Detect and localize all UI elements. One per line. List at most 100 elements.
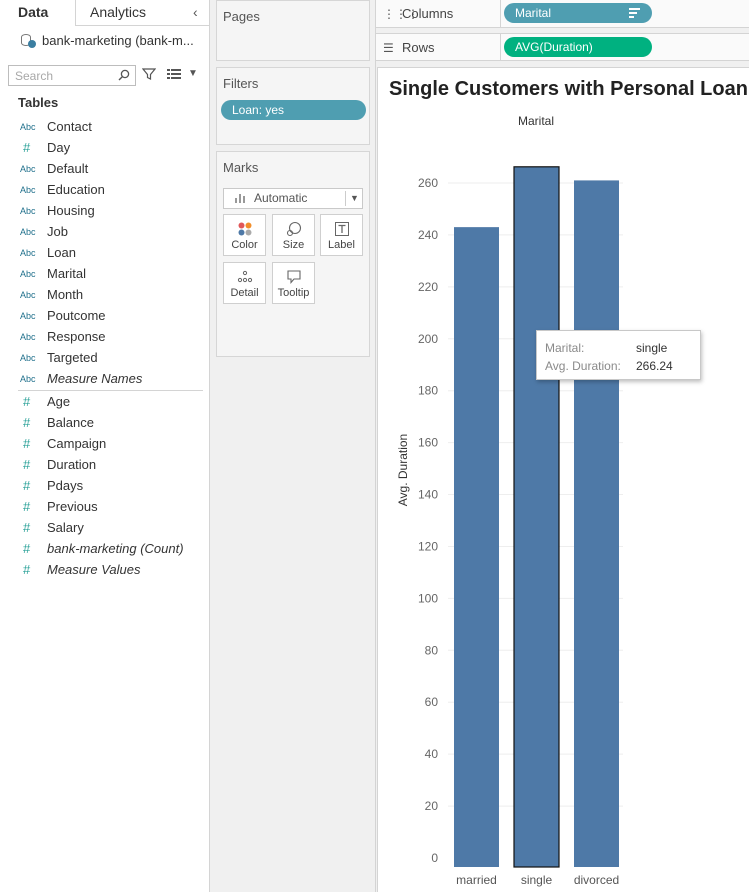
search-icon[interactable] <box>118 69 130 81</box>
field-name: Loan <box>47 245 76 260</box>
chevron-down-icon: ▼ <box>350 193 359 203</box>
detail-label: Detail <box>230 287 259 299</box>
y-tick-label: 220 <box>418 280 438 294</box>
filter-fields-icon[interactable] <box>142 67 156 81</box>
field-name: Balance <box>47 415 94 430</box>
filters-card[interactable]: Filters Loan: yes <box>216 67 370 145</box>
detail-icon <box>237 270 253 283</box>
field-name: Response <box>47 329 106 344</box>
search-input[interactable] <box>9 66 109 85</box>
size-button[interactable]: Size <box>272 214 315 256</box>
field-month[interactable]: Abc Month <box>0 284 205 305</box>
x-tick-label: divorced <box>574 873 619 887</box>
field-name: Pdays <box>47 478 84 493</box>
pages-card[interactable]: Pages <box>216 0 370 61</box>
view-options-icon[interactable] <box>167 69 183 79</box>
y-tick-label: 160 <box>418 436 438 450</box>
mark-type-dropdown[interactable]: Automatic ▼ <box>223 188 363 209</box>
field-measure-names[interactable]: Abc Measure Names <box>0 368 205 389</box>
color-button[interactable]: Color <box>223 214 266 256</box>
bar-chart: Marital 0 20 40 60 80 100 120 140 160 180 200 220 240… <box>396 114 623 887</box>
x-tick-label: single <box>521 873 553 887</box>
color-label: Color <box>231 239 258 251</box>
tab-analytics[interactable]: Analytics <box>90 0 146 26</box>
text-label-icon <box>335 222 349 236</box>
rows-label: Rows <box>402 40 435 55</box>
string-type-icon: Abc <box>20 289 36 300</box>
label-button[interactable]: Label <box>320 214 363 256</box>
sort-descending-icon[interactable] <box>629 8 640 18</box>
number-type-icon: # <box>23 541 31 556</box>
marks-card: Marks Automatic ▼ Color Size Label Detai… <box>216 151 370 357</box>
field-default[interactable]: Abc Default <box>0 158 205 179</box>
number-type-icon: # <box>23 457 31 472</box>
tooltip-key-marital: Marital: <box>545 341 585 355</box>
field-duration[interactable]: # Duration <box>0 454 205 475</box>
number-type-icon: # <box>23 499 31 514</box>
field-campaign[interactable]: # Campaign <box>0 433 205 454</box>
y-tick-label: 140 <box>418 488 438 502</box>
rows-shelf[interactable]: ☰ Rows AVG(Duration) <box>376 33 749 61</box>
field-housing[interactable]: Abc Housing <box>0 200 205 221</box>
bar-single <box>513 166 560 868</box>
tooltip-value-marital: single <box>636 341 668 355</box>
field-loan[interactable]: Abc Loan <box>0 242 205 263</box>
field-name: Age <box>47 394 71 409</box>
number-type-icon: # <box>23 520 31 535</box>
columns-pill-text: Marital <box>515 6 552 20</box>
field-name: Housing <box>47 203 95 218</box>
field-name: Previous <box>47 499 98 514</box>
string-type-icon: Abc <box>20 205 36 216</box>
field-search[interactable] <box>8 65 136 86</box>
number-type-icon: # <box>23 436 31 451</box>
columns-pill-marital[interactable]: Marital <box>504 3 652 23</box>
worksheet-area: ⋮⋮⋮ Columns Marital ☰ Rows AVG(Duration)… <box>376 0 749 892</box>
y-axis-label: Avg. Duration <box>396 434 410 507</box>
field-education[interactable]: Abc Education <box>0 179 205 200</box>
y-tick-label: 120 <box>418 539 438 553</box>
number-type-icon: # <box>23 562 31 577</box>
field-name: Duration <box>47 457 97 472</box>
mark-type-value: Automatic <box>254 191 308 205</box>
field-response[interactable]: Abc Response <box>0 326 205 347</box>
field-bank-marketing-count[interactable]: # bank-marketing (Count) <box>0 538 205 559</box>
field-name: Campaign <box>47 436 107 451</box>
field-salary[interactable]: # Salary <box>0 517 205 538</box>
y-tick-label: 80 <box>425 643 439 657</box>
field-targeted[interactable]: Abc Targeted <box>0 347 205 368</box>
tooltip-label: Tooltip <box>277 287 310 299</box>
field-age[interactable]: # Age <box>0 391 205 412</box>
detail-button[interactable]: Detail <box>223 262 266 304</box>
field-marital[interactable]: Abc Marital <box>0 263 205 284</box>
field-name: Contact <box>47 119 92 134</box>
field-balance[interactable]: # Balance <box>0 412 205 433</box>
collapse-pane-icon[interactable]: ‹ <box>193 4 198 20</box>
columns-shelf[interactable]: ⋮⋮⋮ Columns Marital <box>376 0 749 28</box>
datasource-item[interactable]: bank-marketing (bank-m... <box>20 30 194 50</box>
field-job[interactable]: Abc Job <box>0 221 205 242</box>
field-poutcome[interactable]: Abc Poutcome <box>0 305 205 326</box>
filter-pill-loan[interactable]: Loan: yes <box>221 100 366 120</box>
field-pdays[interactable]: # Pdays <box>0 475 205 496</box>
tooltip-button[interactable]: Tooltip <box>272 262 315 304</box>
y-tick-label: 240 <box>418 228 438 242</box>
viz-canvas: Single Customers with Personal Loan Mari… <box>377 67 749 892</box>
fields-divider <box>18 390 203 391</box>
field-previous[interactable]: # Previous <box>0 496 205 517</box>
pane-tabs: Data Analytics ‹ <box>0 0 210 26</box>
field-name: Marital <box>47 266 87 281</box>
y-tick-label: 20 <box>425 799 439 813</box>
pages-title: Pages <box>223 9 260 24</box>
field-name: Education <box>47 182 105 197</box>
y-tick-label: 180 <box>418 384 438 398</box>
size-label: Size <box>282 239 305 251</box>
chevron-down-icon[interactable]: ▼ <box>188 68 198 79</box>
datasource-name: bank-marketing (bank-m... <box>42 32 194 48</box>
rows-pill-avg-duration[interactable]: AVG(Duration) <box>504 37 652 57</box>
field-contact[interactable]: Abc Contact <box>0 116 205 137</box>
field-measure-values[interactable]: # Measure Values <box>0 559 205 580</box>
field-day[interactable]: # Day <box>0 137 205 158</box>
tab-data[interactable]: Data <box>0 0 76 26</box>
string-type-icon: Abc <box>20 268 36 279</box>
rows-icon: ☰ <box>383 41 394 55</box>
